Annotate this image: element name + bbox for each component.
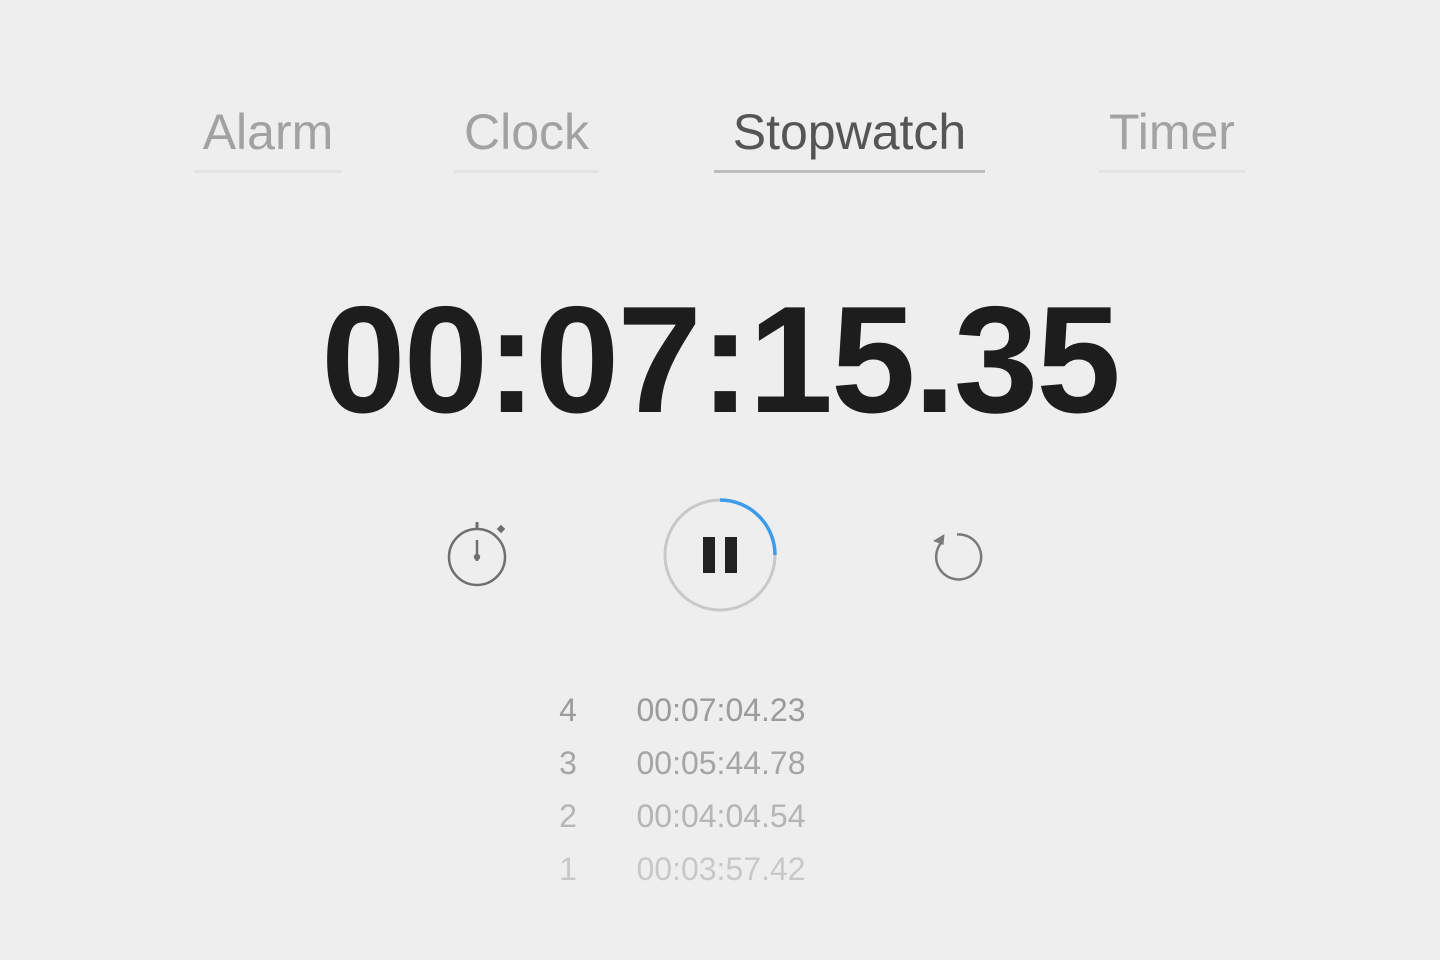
lap-row: 2 00:04:04.54 <box>540 790 840 843</box>
lap-row: 4 00:07:04.23 <box>540 684 840 737</box>
tab-clock-label: Clock <box>463 104 590 160</box>
lap-time: 00:07:04.23 <box>636 692 806 728</box>
pause-button[interactable] <box>660 495 780 615</box>
lap-time: 00:04:04.54 <box>636 798 806 834</box>
tab-timer[interactable]: Timer <box>1099 100 1245 173</box>
tab-alarm-label: Alarm <box>202 104 334 160</box>
reset-icon <box>933 533 983 581</box>
tab-stopwatch-label: Stopwatch <box>732 104 967 160</box>
lap-time: 00:03:57.42 <box>636 851 806 887</box>
tab-timer-label: Timer <box>1109 104 1235 160</box>
stopwatch-icon <box>447 522 507 587</box>
tab-stopwatch[interactable]: Stopwatch <box>714 100 985 173</box>
lap-number: 3 <box>559 745 577 781</box>
elapsed-time-display: 00:07:15.35 <box>321 275 1121 445</box>
lap-number: 1 <box>559 851 577 887</box>
pause-icon <box>703 537 737 573</box>
lap-number: 2 <box>559 798 577 834</box>
lap-row: 3 00:05:44.78 <box>540 737 840 790</box>
reset-button[interactable] <box>928 528 986 586</box>
tab-alarm[interactable]: Alarm <box>194 100 342 173</box>
lap-button[interactable] <box>444 518 510 590</box>
lap-time: 00:05:44.78 <box>636 745 806 781</box>
tab-clock[interactable]: Clock <box>454 100 599 173</box>
lap-number: 4 <box>559 692 577 728</box>
lap-list: 4 00:07:04.23 3 00:05:44.78 2 00:04:04.5… <box>540 684 840 896</box>
lap-row: 1 00:03:57.42 <box>540 843 840 896</box>
